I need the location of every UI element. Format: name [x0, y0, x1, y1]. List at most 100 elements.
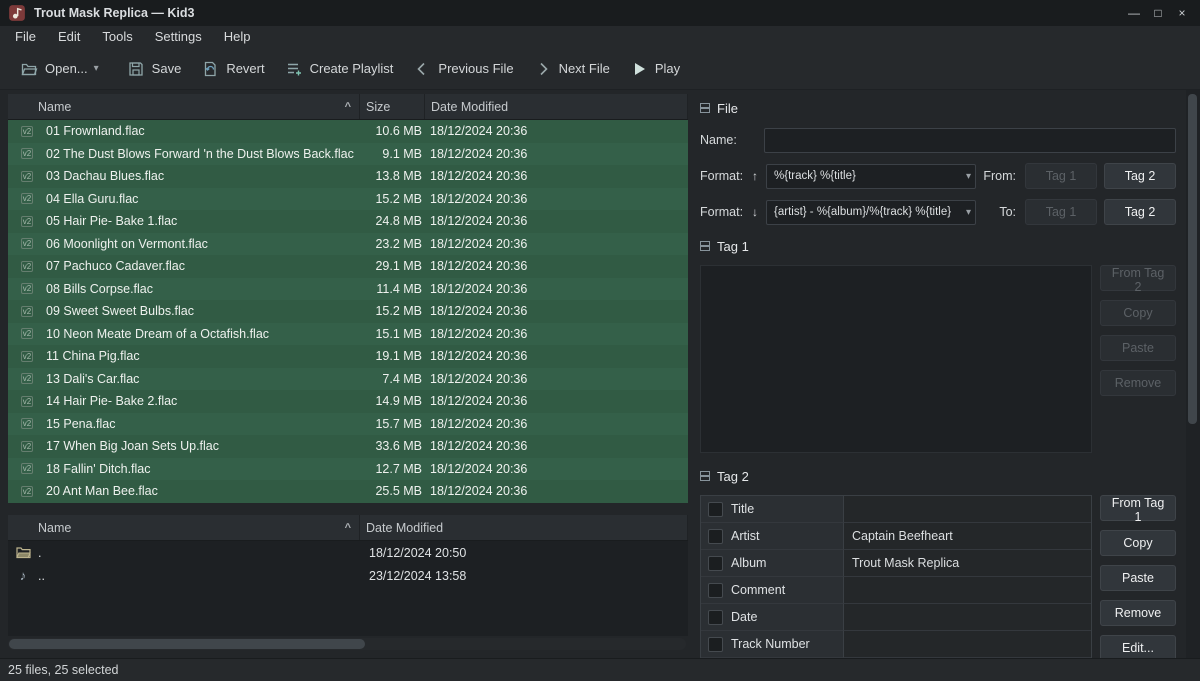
tag2-remove-button[interactable]: Remove: [1100, 600, 1176, 626]
tag1-fields-table[interactable]: [700, 265, 1092, 453]
tag1-from-tag2-button[interactable]: From Tag 2: [1100, 265, 1176, 291]
minimize-button[interactable]: —: [1122, 3, 1146, 23]
file-row[interactable]: v2 15 Pena.flac 15.7 MB 18/12/2024 20:36: [8, 413, 688, 436]
field-checkbox[interactable]: [708, 583, 723, 598]
next-file-button[interactable]: Next File: [526, 55, 618, 83]
to-tag2-button[interactable]: Tag 2: [1104, 199, 1176, 225]
field-label: Comment: [731, 583, 785, 597]
field-name-cell[interactable]: Comment: [701, 577, 844, 604]
horizontal-scrollbar-thumb[interactable]: [9, 639, 365, 649]
field-name-cell[interactable]: Artist: [701, 523, 844, 550]
menu-item[interactable]: Settings: [144, 26, 213, 48]
open-button[interactable]: Open...: [12, 55, 96, 83]
file-modified: 18/12/2024 20:36: [425, 169, 688, 183]
field-value-cell[interactable]: Captain Beefheart: [844, 523, 1091, 550]
tag-indicator-icon: v2: [21, 148, 33, 159]
file-size: 24.8 MB: [360, 214, 425, 228]
file-row[interactable]: v2 14 Hair Pie- Bake 2.flac 14.9 MB 18/1…: [8, 390, 688, 413]
vertical-scrollbar[interactable]: [1186, 90, 1200, 658]
playlist-icon: [285, 60, 303, 78]
revert-button[interactable]: Revert: [193, 55, 272, 83]
field-value-cell[interactable]: Trout Mask Replica: [844, 550, 1091, 577]
file-size: 13.8 MB: [360, 169, 425, 183]
file-row[interactable]: v2 13 Dali's Car.flac 7.4 MB 18/12/2024 …: [8, 368, 688, 391]
menubar: File Edit Tools Settings Help: [0, 26, 1200, 48]
column-header-name[interactable]: Name ^: [8, 515, 360, 540]
tag2-field-row: Title: [701, 496, 1091, 523]
format-to-combobox[interactable]: {artist} - %{album}/%{track} %{title} ▾: [766, 200, 976, 225]
file-row[interactable]: v2 02 The Dust Blows Forward 'n the Dust…: [8, 143, 688, 166]
file-row[interactable]: v2 03 Dachau Blues.flac 13.8 MB 18/12/20…: [8, 165, 688, 188]
chevron-down-icon: ▾: [966, 171, 971, 182]
tag2-paste-button[interactable]: Paste: [1100, 565, 1176, 591]
tag1-paste-button[interactable]: Paste: [1100, 335, 1176, 361]
horizontal-scrollbar[interactable]: [8, 638, 686, 650]
menu-item[interactable]: File: [4, 26, 47, 48]
file-row[interactable]: v2 05 Hair Pie- Bake 1.flac 24.8 MB 18/1…: [8, 210, 688, 233]
field-checkbox[interactable]: [708, 610, 723, 625]
splitter-handle[interactable]: [8, 503, 688, 515]
field-name-cell[interactable]: Date: [701, 604, 844, 631]
tag1-buttons: From Tag 2 Copy Paste Remove: [1100, 265, 1176, 396]
vertical-scrollbar-thumb[interactable]: [1188, 94, 1197, 424]
tag-indicator-icon: v2: [21, 441, 33, 452]
tag2-edit-button[interactable]: Edit...: [1100, 635, 1176, 658]
from-tag1-button[interactable]: Tag 1: [1025, 163, 1097, 189]
field-value-cell[interactable]: [844, 631, 1091, 658]
field-label: Track Number: [731, 637, 810, 651]
create-playlist-button[interactable]: Create Playlist: [277, 55, 402, 83]
field-checkbox[interactable]: [708, 529, 723, 544]
from-tag2-button[interactable]: Tag 2: [1104, 163, 1176, 189]
field-value-cell[interactable]: [844, 577, 1091, 604]
titlebar[interactable]: Trout Mask Replica — Kid3 — □ ×: [0, 0, 1200, 26]
file-row[interactable]: v2 06 Moonlight on Vermont.flac 23.2 MB …: [8, 233, 688, 256]
column-header-modified[interactable]: Date Modified: [425, 94, 688, 119]
field-checkbox[interactable]: [708, 637, 723, 652]
menu-item[interactable]: Edit: [47, 26, 91, 48]
filename-input[interactable]: [764, 128, 1176, 153]
file-section-header[interactable]: File: [700, 100, 1176, 116]
field-name-cell[interactable]: Title: [701, 496, 844, 523]
menu-item[interactable]: Tools: [91, 26, 143, 48]
file-modified: 18/12/2024 20:36: [425, 147, 688, 161]
file-row[interactable]: v2 09 Sweet Sweet Bulbs.flac 15.2 MB 18/…: [8, 300, 688, 323]
format-from-combobox[interactable]: %{track} %{title} ▾: [766, 164, 976, 189]
field-value-cell[interactable]: [844, 604, 1091, 631]
file-row[interactable]: v2 08 Bills Corpse.flac 11.4 MB 18/12/20…: [8, 278, 688, 301]
file-row[interactable]: v2 11 China Pig.flac 19.1 MB 18/12/2024 …: [8, 345, 688, 368]
tag2-from-tag1-button[interactable]: From Tag 1: [1100, 495, 1176, 521]
file-row[interactable]: v2 17 When Big Joan Sets Up.flac 33.6 MB…: [8, 435, 688, 458]
column-header-size[interactable]: Size: [360, 94, 425, 119]
file-row[interactable]: v2 07 Pachuco Cadaver.flac 29.1 MB 18/12…: [8, 255, 688, 278]
save-button[interactable]: Save: [119, 55, 190, 83]
file-row[interactable]: v2 10 Neon Meate Dream of a Octafish.fla…: [8, 323, 688, 346]
file-row[interactable]: v2 18 Fallin' Ditch.flac 12.7 MB 18/12/2…: [8, 458, 688, 481]
tag1-section-header[interactable]: Tag 1: [700, 238, 1176, 254]
open-dropdown-arrow[interactable]: ▾: [94, 63, 105, 74]
field-checkbox[interactable]: [708, 502, 723, 517]
column-header-modified[interactable]: Date Modified: [360, 515, 688, 540]
field-checkbox[interactable]: [708, 556, 723, 571]
file-row[interactable]: v2 04 Ella Guru.flac 15.2 MB 18/12/2024 …: [8, 188, 688, 211]
tag1-remove-button[interactable]: Remove: [1100, 370, 1176, 396]
field-name-cell[interactable]: Album: [701, 550, 844, 577]
file-row[interactable]: v2 20 Ant Man Bee.flac 25.5 MB 18/12/202…: [8, 480, 688, 503]
close-button[interactable]: ×: [1170, 3, 1194, 23]
maximize-button[interactable]: □: [1146, 3, 1170, 23]
file-size: 11.4 MB: [360, 282, 425, 296]
tag1-copy-button[interactable]: Copy: [1100, 300, 1176, 326]
field-value-cell[interactable]: [844, 496, 1091, 523]
folder-row-current[interactable]: . 18/12/2024 20:50: [8, 541, 688, 564]
previous-file-button[interactable]: Previous File: [405, 55, 521, 83]
tag2-copy-button[interactable]: Copy: [1100, 530, 1176, 556]
field-name-cell[interactable]: Track Number: [701, 631, 844, 658]
menu-item[interactable]: Help: [213, 26, 262, 48]
play-icon: [630, 60, 648, 78]
to-tag1-button[interactable]: Tag 1: [1025, 199, 1097, 225]
folder-row-parent[interactable]: ♪ .. 23/12/2024 13:58: [8, 564, 688, 587]
file-row[interactable]: v2 01 Frownland.flac 10.6 MB 18/12/2024 …: [8, 120, 688, 143]
tag2-section-header[interactable]: Tag 2: [700, 468, 1176, 484]
play-button[interactable]: Play: [622, 55, 688, 83]
sort-ascending-icon: ^: [345, 522, 351, 534]
column-header-name[interactable]: Name ^: [8, 94, 360, 119]
